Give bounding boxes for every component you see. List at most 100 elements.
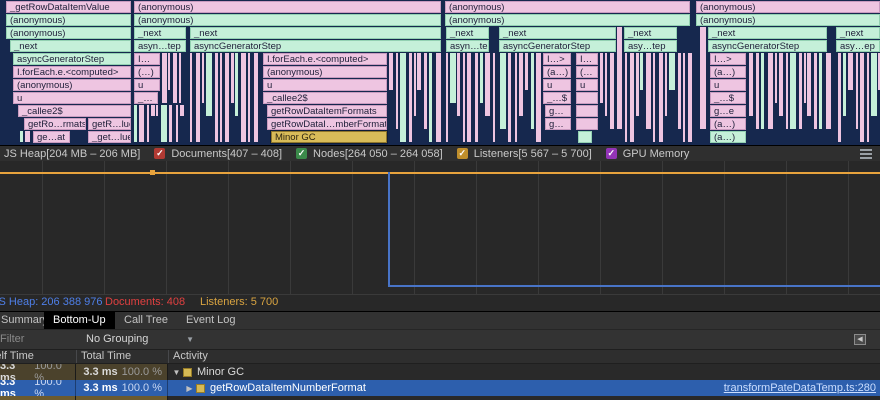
flame-sliver[interactable]: [180, 105, 184, 116]
flame-frame[interactable]: (anonymous): [6, 27, 131, 39]
flame-sliver[interactable]: [241, 53, 246, 142]
flame-frame[interactable]: (a…): [710, 118, 746, 130]
flame-sliver[interactable]: [467, 53, 471, 142]
flame-sliver[interactable]: [168, 53, 170, 90]
flame-sliver[interactable]: [235, 53, 238, 116]
flame-frame[interactable]: u: [710, 79, 746, 91]
filter-input[interactable]: Filter: [0, 333, 24, 345]
flame-sliver[interactable]: [640, 53, 643, 90]
flame-sliver[interactable]: [161, 105, 167, 142]
hamburger-menu-icon[interactable]: [860, 149, 872, 159]
flame-frame[interactable]: (anonymous): [696, 14, 880, 26]
flame-sliver[interactable]: [807, 53, 811, 116]
flame-frame[interactable]: _…$: [543, 92, 571, 104]
table-row[interactable]: 3.3 ms100.0 %3.3 ms100.0 %▶getRowDataIte…: [0, 380, 880, 396]
flame-sliver[interactable]: [156, 105, 158, 116]
column-header-total-time[interactable]: Total Time: [81, 350, 167, 363]
flame-chart[interactable]: _getRowDataItemValue(anonymous)(anonymou…: [0, 0, 880, 145]
collapse-icon[interactable]: ▼: [171, 368, 182, 377]
flame-frame[interactable]: getRo…rmats: [24, 118, 86, 130]
flame-sliver[interactable]: [871, 53, 877, 116]
flame-sliver[interactable]: [414, 53, 416, 116]
flame-sliver[interactable]: [610, 53, 614, 129]
flame-frame[interactable]: [578, 131, 592, 143]
grouping-select[interactable]: No Grouping ▼: [86, 333, 194, 347]
flame-frame[interactable]: u: [13, 92, 131, 104]
toggle-sidebar-icon[interactable]: ◀: [854, 334, 866, 345]
flame-sliver[interactable]: [525, 53, 528, 90]
flame-frame[interactable]: asyncGeneratorStep: [499, 40, 616, 52]
flame-frame[interactable]: _next: [446, 27, 489, 39]
flame-frame[interactable]: asyn…tep: [446, 40, 489, 52]
flame-sliver[interactable]: [400, 53, 406, 142]
flame-sliver[interactable]: [515, 53, 517, 142]
flame-frame[interactable]: [700, 27, 706, 129]
flame-sliver[interactable]: [176, 105, 178, 142]
flame-frame[interactable]: I…>: [710, 53, 746, 65]
flame-sliver[interactable]: [254, 53, 258, 142]
flame-sliver[interactable]: [424, 53, 427, 129]
flame-frame[interactable]: g…: [545, 118, 571, 130]
flame-frame[interactable]: g…: [545, 105, 571, 117]
flame-frame[interactable]: asyncGeneratorStep: [190, 40, 441, 52]
flame-frame[interactable]: getRowDataItemFormats: [267, 105, 387, 117]
flame-frame[interactable]: u: [576, 79, 598, 91]
flame-frame[interactable]: I…: [134, 53, 160, 65]
column-header-self-time[interactable]: Self Time: [0, 350, 76, 363]
flame-sliver[interactable]: [220, 53, 222, 142]
flame-frame[interactable]: asyncGeneratorStep: [13, 53, 131, 65]
tab-event-log[interactable]: Event Log: [177, 312, 245, 329]
counter-checkbox-icon[interactable]: ✓: [457, 148, 468, 159]
flame-frame[interactable]: (anonymous): [134, 1, 441, 13]
flame-sliver[interactable]: [838, 53, 841, 142]
flame-frame[interactable]: _get…lue: [88, 131, 131, 143]
flame-sliver[interactable]: [20, 131, 23, 142]
flame-sliver[interactable]: [867, 53, 869, 142]
flame-sliver[interactable]: [396, 53, 398, 129]
flame-frame[interactable]: _callee2$: [18, 105, 131, 117]
flame-frame[interactable]: u: [263, 79, 387, 91]
counter-legend-item[interactable]: ✓Listeners[5 567 – 5 700]: [457, 148, 592, 160]
flame-frame[interactable]: (anonymous): [134, 14, 441, 26]
flame-frame[interactable]: _getRowDataItemValue: [6, 1, 131, 13]
flame-frame[interactable]: I…>: [543, 53, 571, 65]
flame-frame[interactable]: (anonymous): [263, 66, 387, 78]
flame-sliver[interactable]: [429, 53, 432, 142]
counter-legend-item[interactable]: ✓Documents[407 – 408]: [154, 148, 282, 160]
flame-sliver[interactable]: [475, 53, 478, 142]
flame-frame[interactable]: (a…): [543, 66, 571, 78]
counter-legend-item[interactable]: JS Heap[204 MB – 206 MB]: [4, 148, 140, 160]
source-location-link[interactable]: transformPateDataTemp.ts:280: [724, 382, 876, 394]
flame-sliver[interactable]: [134, 105, 137, 142]
flame-sliver[interactable]: [190, 53, 192, 142]
flame-sliver[interactable]: [856, 53, 858, 129]
flame-frame[interactable]: g…e: [710, 105, 746, 117]
flame-frame[interactable]: [617, 27, 622, 129]
flame-sliver[interactable]: [457, 53, 460, 116]
flame-frame[interactable]: _callee2$: [263, 92, 387, 104]
flame-frame[interactable]: _next: [499, 27, 616, 39]
flame-frame[interactable]: _…: [134, 92, 158, 104]
flame-sliver[interactable]: [536, 53, 541, 142]
flame-sliver[interactable]: [826, 53, 831, 129]
flame-sliver[interactable]: [630, 53, 634, 142]
flame-frame[interactable]: asy…tep: [624, 40, 677, 52]
flame-sliver[interactable]: [508, 53, 511, 142]
flame-sliver[interactable]: [151, 105, 155, 116]
flame-sliver[interactable]: [147, 105, 149, 142]
table-row[interactable]: [0, 396, 880, 400]
flame-frame[interactable]: [576, 92, 598, 104]
counter-checkbox-icon[interactable]: ✓: [606, 148, 617, 159]
flame-sliver[interactable]: [775, 53, 777, 103]
column-divider[interactable]: [168, 350, 169, 363]
flame-sliver[interactable]: [500, 53, 506, 129]
flame-frame[interactable]: _next: [10, 40, 131, 52]
memory-graph[interactable]: [0, 161, 880, 295]
flame-frame[interactable]: (anonymous): [6, 14, 131, 26]
flame-sliver[interactable]: [848, 53, 853, 90]
flame-sliver[interactable]: [768, 53, 773, 129]
flame-sliver[interactable]: [225, 53, 229, 142]
tab-call-tree[interactable]: Call Tree: [115, 312, 177, 329]
flame-frame[interactable]: asyn…tep: [134, 40, 186, 52]
flame-sliver[interactable]: [756, 53, 759, 129]
